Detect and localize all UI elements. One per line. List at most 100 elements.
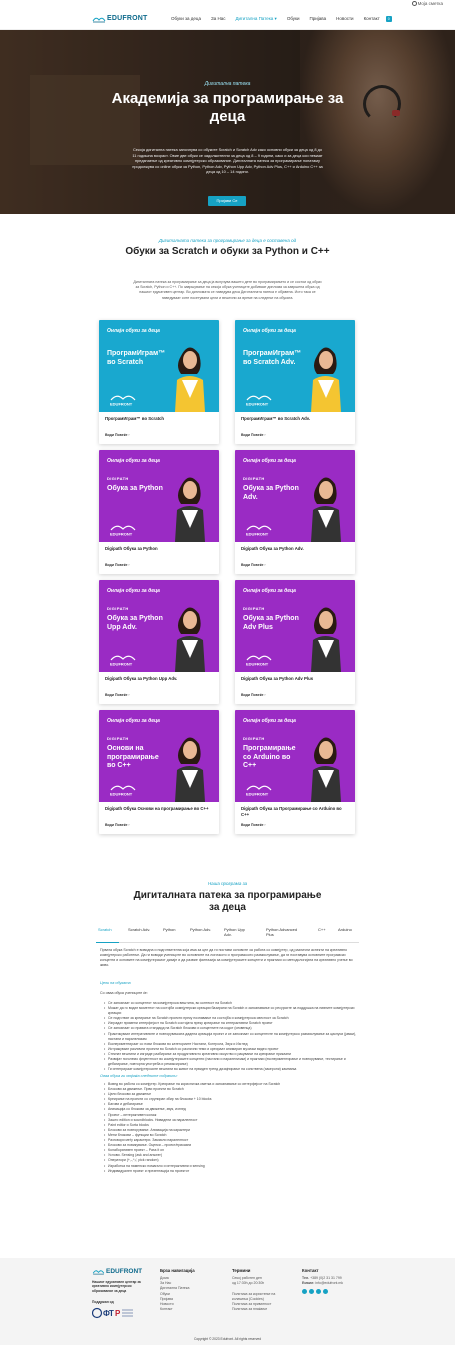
nav-item-0[interactable]: Обуки за деца [171, 16, 201, 22]
edufront-book-icon: EDUFRONT [246, 655, 272, 666]
girl-photo [175, 347, 205, 412]
card-book-text: EDUFRONT [110, 402, 133, 407]
card-book-text: EDUFRONT [110, 792, 133, 797]
footer-item[interactable]: Контакт [160, 1307, 195, 1312]
course-card-image[interactable]: Онлајн обуки за деца DIGIPATH Обука за Pyt… [99, 580, 219, 672]
email-value: info@edufront.mk [315, 1281, 344, 1286]
course-card[interactable]: Онлајн обуки за деца DIGIPATH Програмирање… [235, 710, 355, 834]
edufront-book-icon: EDUFRONT [110, 395, 136, 407]
card-more-link[interactable]: Види Повеќе › [241, 563, 266, 567]
contact-email[interactable]: Емаил: info@edufront.mk [302, 1281, 343, 1286]
course-card-image[interactable]: Онлајн обуки за деца DIGIPATH Основи на пр… [99, 710, 219, 802]
contents-heading: Оваа обука ги опфаќа следните содржини: [100, 1074, 178, 1078]
goals-list: Се запознаат со концептот на компјутерск… [104, 1001, 358, 1072]
nav-item-6[interactable]: Контакт [364, 16, 380, 22]
linkedin-icon[interactable] [316, 1289, 321, 1295]
card-title[interactable]: Digipath Обука за Python Adv. [241, 546, 349, 552]
course-card-image[interactable]: Онлајн обуки за деца ПрограмИграм™ во Scr… [235, 320, 355, 412]
tab-intro: Првата обука Scratch е вовидна и подготв… [100, 948, 353, 967]
footer-logo[interactable]: EDUFRONT [92, 1267, 142, 1275]
book-logo-icon [92, 17, 106, 23]
footer-tagline: Нашиот едукативен центар за креативно ко… [92, 1280, 141, 1293]
card-more-link[interactable]: Види Повеќе › [105, 823, 130, 827]
card-title[interactable]: Digipath Обука Основи на програмирање во… [105, 806, 213, 812]
phone-label: Тел. [302, 1276, 310, 1280]
edufront-book-icon: EDUFRONT [246, 525, 272, 537]
nav-item-3[interactable]: Обуки [287, 16, 300, 22]
card-caption: Онлајн обуки за деца [107, 328, 160, 334]
course-card[interactable]: Онлајн обуки за деца DIGIPATH Обука за Pyt… [235, 450, 355, 574]
girl-photo [175, 737, 205, 802]
copyright: Copyright © 2023 Edufront. All rights re… [193, 1337, 262, 1341]
card-title[interactable]: Digipath Обука за Python Upp Adv. [105, 676, 213, 682]
card-brand-line: DIGIPATH [107, 476, 129, 481]
nav-item-5[interactable]: Новости [336, 16, 353, 22]
course-card-image[interactable]: Онлајн обуки за деца DIGIPATH Програмирање… [235, 710, 355, 802]
card-more-link[interactable]: Види Повеќе › [241, 693, 266, 697]
hero-banner: Дигитална патека Академија за програмира… [0, 30, 455, 214]
course-card[interactable]: Онлајн обуки за деца DIGIPATH Обука за Pyt… [99, 580, 219, 704]
card-title[interactable]: Digipath Обука за Python Adv Plus [241, 676, 349, 682]
course-card-image[interactable]: Онлајн обуки за деца DIGIPATH Обука за Pyt… [99, 450, 219, 542]
tab-0[interactable]: Scratch [98, 927, 126, 932]
course-card-image[interactable]: Онлајн обуки за деца ПрограмИграм™ во Scr… [99, 320, 219, 412]
card-more-link[interactable]: Види Повеќе › [241, 433, 266, 437]
card-title[interactable]: Digipath Обука за Python [105, 546, 213, 552]
email-icon[interactable] [323, 1289, 328, 1295]
tab-5[interactable]: Python Advanced Plus [266, 927, 306, 937]
main-nav: Обуки за деца За Нас Дигитална Патека ▾ Обу… [171, 16, 402, 22]
partner-logo: Ф Т Р [92, 1307, 133, 1319]
card-brand-line: DIGIPATH [107, 736, 129, 741]
footer-item[interactable]: Политика за плаќање [232, 1307, 275, 1312]
course-card[interactable]: Онлајн обуки за деца DIGIPATH Основи на пр… [99, 710, 219, 834]
footer-quick-nav: Брза навигација Дома За Нас Дигитална Пате… [160, 1268, 195, 1312]
card-title[interactable]: Digipath Обука за Програмирање со Arduin… [241, 806, 349, 817]
tab-2[interactable]: Python [163, 927, 191, 932]
nav-item-2[interactable]: Дигитална Патека ▾ [235, 16, 276, 22]
more-label: Види Повеќе [241, 693, 264, 697]
cart-button[interactable]: 0 [385, 16, 392, 22]
course-card[interactable]: Онлајн обуки за деца DIGIPATH Обука за Pyt… [99, 450, 219, 574]
goals-lead: Со оваа обука учениците ќе: [100, 991, 148, 995]
courses-description: Дигиталната патека за програмирање за де… [133, 280, 322, 300]
hero-title: Академија за програмирање за деца [111, 90, 344, 125]
card-more-link[interactable]: Види Повеќе › [105, 693, 130, 697]
site-header: EDUFRONT Обуки за деца За Нас Дигитална Па… [0, 9, 455, 30]
course-card-image[interactable]: Онлајн обуки за деца DIGIPATH Обука за Pyt… [235, 580, 355, 672]
instagram-icon[interactable] [309, 1289, 314, 1295]
course-card-image[interactable]: Онлајн обуки за деца DIGIPATH Обука за Pyt… [235, 450, 355, 542]
tab-3[interactable]: Python Adv. [190, 927, 218, 932]
tab-1[interactable]: Scratch Adv. [128, 927, 156, 932]
email-label: Емаил: [302, 1281, 315, 1286]
card-title[interactable]: ПрограмИграм™ во Scratch [105, 416, 213, 422]
tab-7[interactable]: Arduino [338, 927, 366, 932]
card-book-text: EDUFRONT [246, 532, 269, 537]
course-card[interactable]: Онлајн обуки за деца ПрограмИграм™ во Scr… [99, 320, 219, 444]
account-link[interactable]: Моја сметка [411, 1, 443, 7]
svg-text:Р: Р [115, 1309, 121, 1318]
course-card[interactable]: Онлајн обуки за деца DIGIPATH Обука за Pyt… [235, 580, 355, 704]
signup-button[interactable]: Пријави Се [208, 196, 246, 206]
nav-item-4[interactable]: Пријава [310, 16, 327, 22]
contact-title: Контакт [302, 1268, 319, 1273]
nav-item-1[interactable]: За Нас [211, 16, 225, 22]
card-more-link[interactable]: Види Повеќе › [241, 823, 266, 827]
card-more-link[interactable]: Види Повеќе › [105, 433, 130, 437]
edufront-book-icon: EDUFRONT [110, 785, 136, 797]
logo-text: EDUFRONT [107, 15, 148, 22]
facebook-icon[interactable] [302, 1289, 307, 1295]
card-title[interactable]: ПрограмИграм™ во Scratch Adv. [241, 416, 349, 422]
more-label: Види Повеќе [105, 693, 128, 697]
quick-nav-title: Брза навигација [160, 1268, 195, 1273]
course-card[interactable]: Онлајн обуки за деца ПрограмИграм™ во Scr… [235, 320, 355, 444]
card-banner-text: ПрограмИграм™ во Scratch Adv. [243, 350, 302, 366]
site-logo[interactable]: EDUFRONT [92, 14, 148, 23]
card-caption: Онлајн обуки за деца [243, 718, 296, 724]
tab-4[interactable]: Python Upp Adv. [224, 927, 252, 937]
svg-text:Т: Т [109, 1309, 114, 1318]
card-more-link[interactable]: Види Повеќе › [105, 563, 130, 567]
more-label: Види Повеќе [241, 563, 264, 567]
footer-logo-text: EDUFRONT [106, 1267, 143, 1275]
girl-photo [311, 347, 341, 412]
site-footer [0, 1258, 455, 1345]
